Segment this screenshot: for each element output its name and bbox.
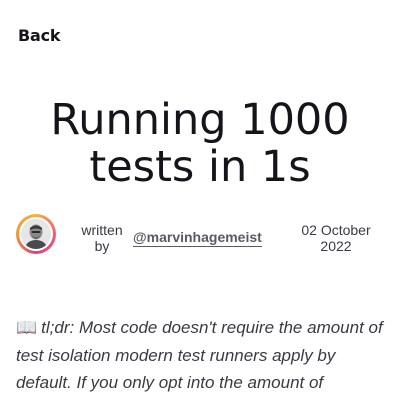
- page-title: Running 1000 tests in 1s: [0, 97, 400, 191]
- book-icon: 📖: [16, 318, 38, 337]
- page-title-line-2: tests in 1s: [89, 142, 311, 192]
- excerpt-text: tl;dr: Most code doesn't require the amo…: [16, 318, 383, 392]
- page-title-line-1: Running 1000: [50, 95, 350, 145]
- written-by-label: written by: [81, 222, 123, 254]
- article-excerpt: 📖 tl;dr: Most code doesn't require the am…: [16, 314, 386, 397]
- author-handle-link[interactable]: @marvinhagemeist: [133, 229, 262, 247]
- avatar-photo: [21, 219, 51, 249]
- avatar-portrait-icon: [21, 219, 51, 249]
- publish-date: 02 October 2022: [301, 222, 371, 254]
- author-avatar: [16, 214, 56, 254]
- article-meta: written by @marvinhagemeist 02 October 2…: [16, 212, 384, 264]
- back-link[interactable]: Back: [18, 26, 61, 45]
